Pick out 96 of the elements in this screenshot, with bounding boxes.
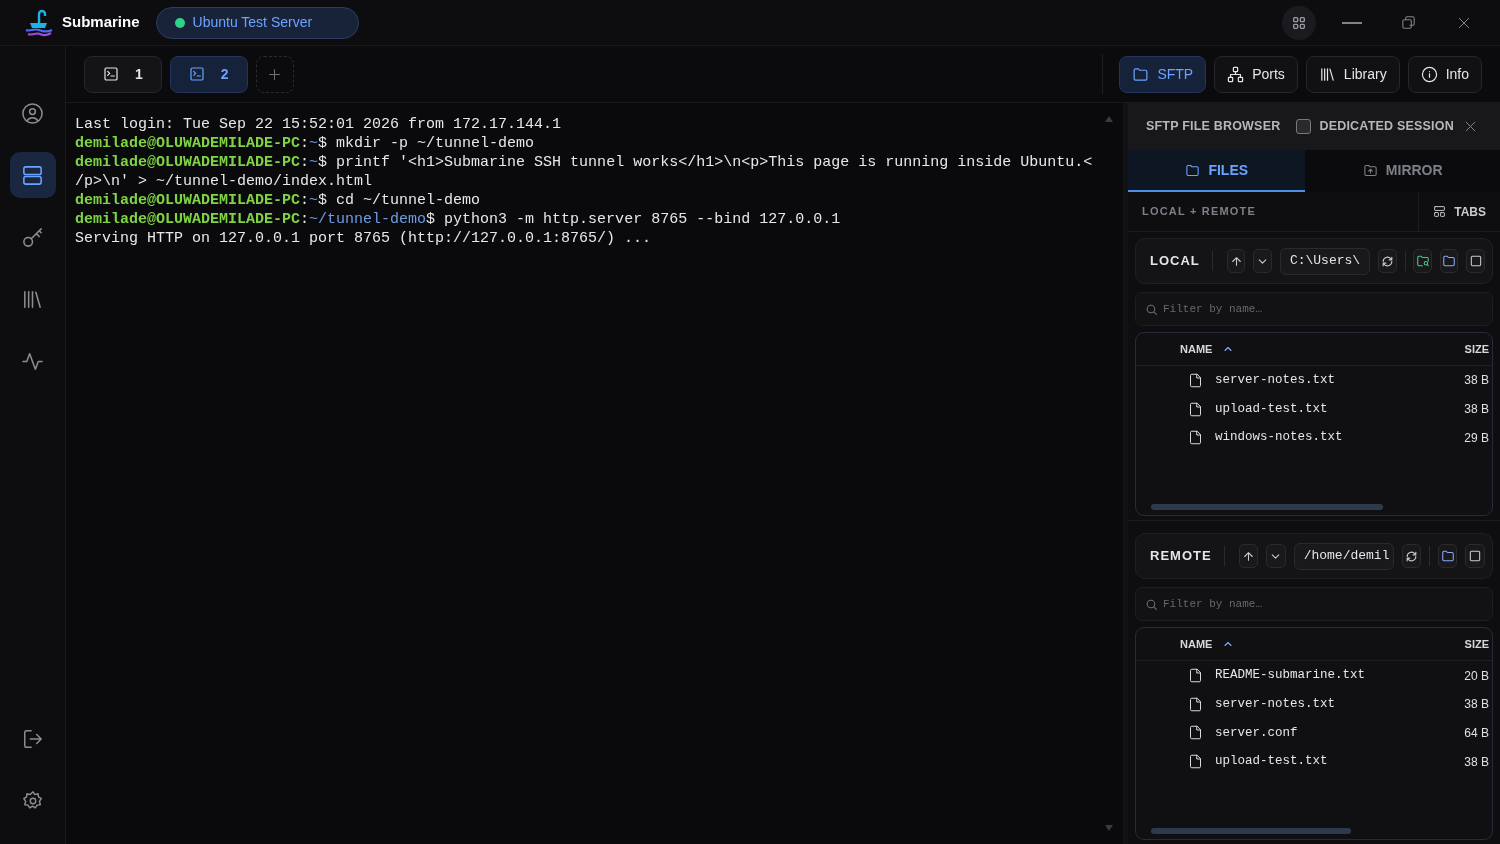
logout-icon	[21, 728, 44, 750]
refresh-button[interactable]	[1401, 544, 1422, 569]
file-size: 38 B	[1464, 372, 1489, 390]
filter-field[interactable]: Filter by name…	[1135, 587, 1493, 622]
network-icon	[1227, 65, 1245, 83]
pane-title: REMOTE	[1150, 546, 1225, 567]
terminal-line: demilade@OLUWADEMILADE-PC:~$ mkdir -p ~/tunnel-demo	[75, 134, 536, 153]
select-button[interactable]	[1466, 249, 1486, 273]
checkbox[interactable]	[1296, 119, 1312, 134]
path-field[interactable]: /home/demil	[1293, 542, 1394, 570]
up-button[interactable]	[1238, 544, 1259, 569]
minimize-icon	[1342, 21, 1362, 24]
checkbox-label: DEDICATED SESSION	[1319, 118, 1454, 136]
folder-icon	[1442, 254, 1457, 268]
info-icon	[1420, 65, 1438, 83]
folder-search-button[interactable]	[1413, 249, 1432, 273]
column-header[interactable]: NAME	[1180, 635, 1235, 653]
file-size: 38 B	[1464, 401, 1489, 419]
server-icon	[21, 163, 44, 187]
terminal-line: demilade@OLUWADEMILADE-PC:~$ cd ~/tunnel-demo	[75, 191, 482, 210]
file-name[interactable]: server-notes.txt	[1211, 694, 1336, 714]
folder-icon	[1185, 162, 1201, 178]
file-icon	[1188, 696, 1203, 712]
ports-button[interactable]: Ports	[1214, 55, 1298, 93]
boat-logo-icon	[24, 7, 54, 38]
file-size: 38 B	[1464, 696, 1489, 714]
square-icon	[1468, 549, 1483, 564]
file-name[interactable]: server-notes.txt	[1211, 370, 1336, 390]
sftp-button[interactable]: SFTP	[1119, 55, 1207, 93]
arrow-up-icon	[1229, 254, 1243, 268]
file-icon	[1188, 430, 1203, 446]
column-header[interactable]: SIZE	[1464, 340, 1489, 358]
file-size: 38 B	[1464, 753, 1489, 771]
file-name[interactable]: server.conf	[1211, 723, 1298, 743]
panel-tab[interactable]: MIRROR	[1305, 150, 1500, 192]
select-button[interactable]	[1465, 544, 1485, 569]
info-button[interactable]: Info	[1407, 55, 1482, 93]
search-icon	[1145, 303, 1158, 316]
column-header[interactable]: SIZE	[1464, 635, 1489, 653]
library-icon	[1318, 65, 1336, 83]
terminal-tab[interactable]: 2	[169, 55, 248, 93]
terminal-line: demilade@OLUWADEMILADE-PC:~$ printf '<h1>Submarine SSH tunnel works</h1>\n<p>This page is running inside Ubuntu.</p>\n' > ~/tunnel-demo/index.html	[75, 153, 1094, 191]
folder-button[interactable]	[1437, 544, 1458, 569]
apps-grid-button[interactable]	[1282, 5, 1316, 40]
file-name[interactable]: README-submarine.txt	[1211, 666, 1366, 685]
file-size: 29 B	[1464, 429, 1489, 447]
refresh-icon	[1404, 549, 1418, 563]
folder-upload-icon	[1362, 162, 1378, 178]
file-icon	[1188, 725, 1203, 741]
tabs-button[interactable]: TABS	[1418, 191, 1500, 232]
dropdown-button[interactable]	[1266, 544, 1286, 569]
folder-icon	[1132, 65, 1150, 83]
up-button[interactable]	[1226, 249, 1246, 273]
server-selector[interactable]: Ubuntu Test Server	[155, 6, 360, 39]
column-header[interactable]: NAME	[1180, 340, 1235, 358]
arrow-up-icon	[1241, 549, 1255, 563]
file-icon	[1188, 754, 1203, 770]
file-icon	[1188, 401, 1203, 417]
file-size: 20 B	[1464, 667, 1489, 685]
restore-icon	[1399, 14, 1417, 31]
file-name[interactable]: upload-test.txt	[1211, 752, 1328, 771]
settings-icon	[21, 790, 44, 812]
scrollbar-thumb[interactable]	[1151, 504, 1383, 511]
path-field[interactable]: C:\Users\	[1279, 247, 1371, 275]
scrollbar-thumb[interactable]	[1151, 828, 1351, 834]
panel-tab[interactable]: FILES	[1128, 150, 1306, 192]
file-icon	[1188, 668, 1203, 683]
dropdown-button[interactable]	[1253, 249, 1272, 273]
terminal-line: demilade@OLUWADEMILADE-PC:~/tunnel-demo$ python3 -m http.server 8765 --bind 127.0.0.1	[75, 210, 842, 229]
terminal-icon	[103, 66, 119, 82]
search-icon	[1145, 598, 1158, 612]
refresh-button[interactable]	[1378, 249, 1397, 273]
square-icon	[1468, 254, 1483, 268]
terminal-line: Last login: Tue Sep 22 15:52:01 2026 from 172.17.144.1	[75, 115, 563, 134]
library-button[interactable]: Library	[1305, 55, 1400, 93]
panel-title: SFTP FILE BROWSER	[1146, 118, 1281, 136]
folder-icon	[1440, 549, 1455, 564]
file-name[interactable]: windows-notes.txt	[1211, 428, 1343, 448]
terminal-line: Serving HTTP on 127.0.0.1 port 8765 (http://127.0.0.1:8765/) ...	[75, 229, 653, 248]
file-name[interactable]: upload-test.txt	[1211, 399, 1328, 419]
refresh-icon	[1380, 254, 1394, 268]
layout-icon	[1433, 205, 1447, 218]
file-size: 64 B	[1464, 724, 1489, 742]
mode-label: LOCAL + REMOTE	[1141, 204, 1257, 220]
app-title: Submarine	[62, 12, 140, 33]
servers-button[interactable]	[9, 152, 56, 198]
grid-icon	[1291, 14, 1307, 31]
key-icon	[21, 225, 44, 249]
pane-title: LOCAL	[1150, 251, 1213, 271]
terminal-tab[interactable]: 1	[84, 55, 162, 93]
terminal-icon	[188, 66, 205, 82]
folder-button[interactable]	[1439, 249, 1459, 273]
filter-field[interactable]: Filter by name…	[1135, 292, 1493, 326]
folder-search-icon	[1415, 254, 1430, 268]
file-icon	[1188, 372, 1203, 388]
profile-icon	[21, 101, 44, 125]
